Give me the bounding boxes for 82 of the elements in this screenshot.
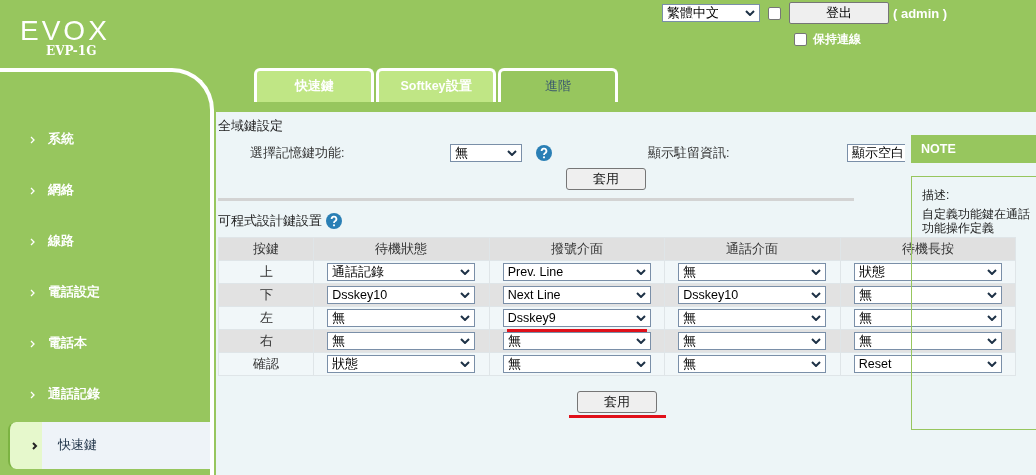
- chevron-right-icon: [30, 135, 36, 144]
- help-icon[interactable]: [536, 145, 552, 161]
- chevron-down-icon: [986, 315, 997, 321]
- dropdown[interactable]: Next Line: [502, 286, 651, 304]
- dropdown[interactable]: 無: [327, 332, 476, 350]
- chevron-down-icon: [811, 292, 822, 298]
- chevron-down-icon: [745, 10, 755, 16]
- section-title: 全域鍵設定: [218, 117, 283, 135]
- chevron-down-icon: [460, 269, 471, 275]
- dropdown[interactable]: 無: [678, 332, 827, 350]
- field-label: 選擇記憶鍵功能:: [250, 144, 346, 162]
- chevron-right-icon: [30, 339, 36, 348]
- dropdown[interactable]: 無: [853, 332, 1002, 350]
- column-header: 待機狀態: [313, 237, 489, 261]
- checkbox[interactable]: [794, 33, 807, 46]
- chevron-down-icon: [986, 361, 997, 367]
- note-header: NOTE: [911, 135, 1036, 163]
- chevron-right-icon: [30, 186, 36, 195]
- field-label: 顯示駐留資訊:: [648, 144, 731, 162]
- table-cell: 下: [218, 283, 314, 307]
- dropdown[interactable]: Dsskey9: [502, 309, 651, 327]
- chevron-down-icon: [460, 292, 471, 298]
- checkbox[interactable]: [768, 6, 781, 20]
- chevron-down-icon: [986, 338, 997, 344]
- dropdown[interactable]: Dsskey10: [678, 286, 827, 304]
- dropdown[interactable]: 無: [678, 309, 827, 327]
- chevron-down-icon: [811, 361, 822, 367]
- chevron-down-icon: [986, 269, 997, 275]
- logout-button[interactable]: 登出: [789, 2, 889, 24]
- apply-button[interactable]: 套用: [566, 168, 646, 190]
- chevron-right-icon: [30, 288, 36, 297]
- note-heading: 描述:: [922, 187, 951, 204]
- chevron-down-icon: [635, 292, 646, 298]
- sidebar-item[interactable]: 快速鍵: [8, 422, 210, 469]
- chevron-right-icon: [30, 390, 36, 399]
- dropdown[interactable]: 通話記錄: [327, 263, 476, 281]
- note-text: 自定義功能鍵在通話: [922, 207, 1031, 221]
- note-text: 功能操作定義: [922, 221, 995, 235]
- tab[interactable]: 進階: [498, 68, 618, 102]
- chevron-down-icon: [635, 269, 646, 275]
- checkbox-label: 保持連線: [813, 31, 861, 48]
- chevron-down-icon: [460, 338, 471, 344]
- chevron-down-icon: [635, 361, 646, 367]
- dropdown[interactable]: 無: [853, 309, 1002, 327]
- dropdown[interactable]: 狀態: [327, 355, 476, 373]
- dropdown[interactable]: 無: [678, 263, 827, 281]
- chevron-down-icon: [811, 315, 822, 321]
- table-cell: 確認: [218, 352, 314, 376]
- help-icon[interactable]: [326, 213, 342, 229]
- dropdown[interactable]: Dsskey10: [327, 286, 476, 304]
- dropdown[interactable]: 無: [502, 332, 651, 350]
- chevron-down-icon: [811, 269, 822, 275]
- table-cell: 左: [218, 306, 314, 330]
- dropdown[interactable]: 無: [327, 309, 476, 327]
- dropdown[interactable]: 顯示空白: [847, 144, 905, 162]
- dropdown[interactable]: 無: [678, 355, 827, 373]
- username: ( admin ): [893, 5, 948, 21]
- apply-button[interactable]: 套用: [577, 391, 657, 413]
- dropdown[interactable]: 無: [502, 355, 651, 373]
- chevron-right-icon: [30, 237, 36, 246]
- table-cell: 右: [218, 329, 314, 353]
- chevron-down-icon: [507, 150, 517, 156]
- chevron-down-icon: [635, 338, 646, 344]
- logo: EVOX: [20, 18, 110, 44]
- chevron-down-icon: [460, 315, 471, 321]
- chevron-down-icon: [986, 292, 997, 298]
- language-dropdown[interactable]: 繁體中文: [662, 4, 760, 22]
- chevron-down-icon: [635, 315, 646, 321]
- column-header: 撥號介面: [489, 237, 665, 261]
- dropdown[interactable]: 無: [450, 144, 522, 162]
- column-header: 通話介面: [664, 237, 840, 261]
- dropdown[interactable]: 無: [853, 286, 1002, 304]
- dropdown[interactable]: Prev. Line: [502, 263, 651, 281]
- section-title: 可程式設計鍵設置: [218, 212, 322, 230]
- chevron-down-icon: [460, 361, 471, 367]
- chevron-down-icon: [811, 338, 822, 344]
- chevron-right-icon: [32, 441, 38, 450]
- column-header: 按鍵: [218, 237, 314, 261]
- dropdown[interactable]: 狀態: [853, 263, 1002, 281]
- model-name: EVP-1G: [46, 44, 97, 58]
- dropdown[interactable]: Reset: [853, 355, 1002, 373]
- table-cell: 上: [218, 260, 314, 284]
